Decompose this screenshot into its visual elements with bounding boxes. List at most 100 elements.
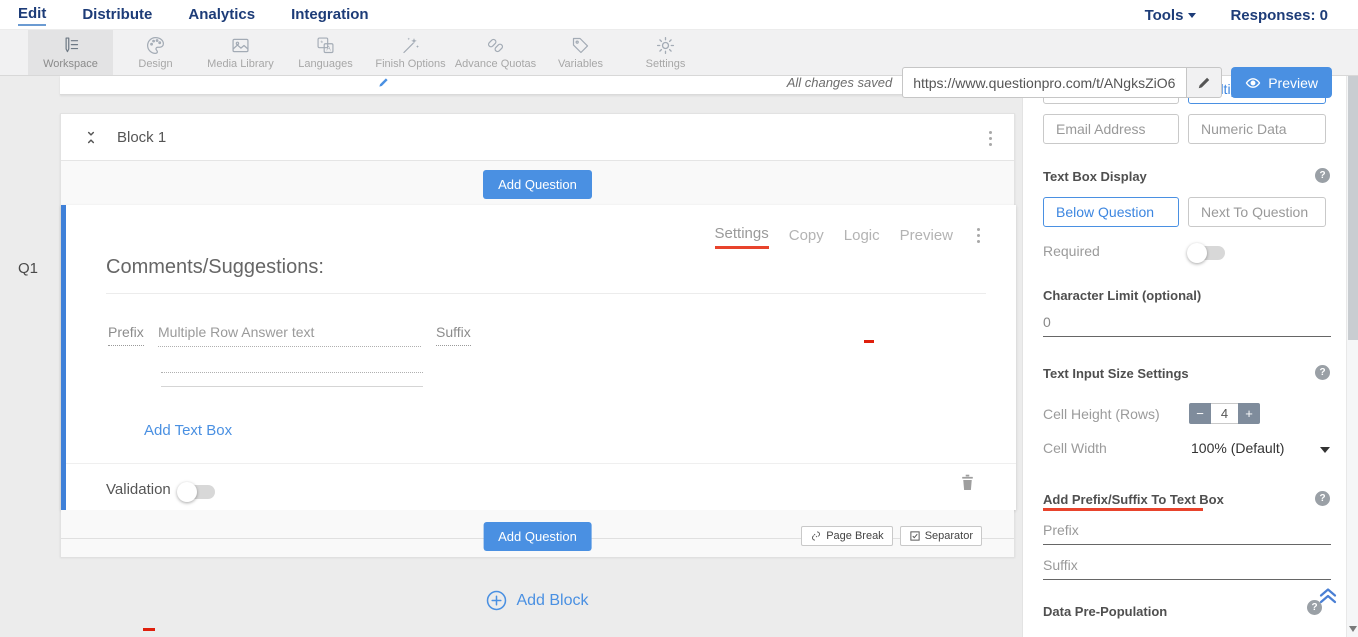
edit-url-button[interactable] <box>1186 67 1222 98</box>
tools-label: Tools <box>1145 7 1184 24</box>
nav-tab-analytics[interactable]: Analytics <box>188 6 255 25</box>
answer-textbox-placeholder[interactable]: Multiple Row Answer text <box>158 324 421 347</box>
prefix-editable-label[interactable]: Prefix <box>108 324 144 346</box>
page-break-button[interactable]: Page Break <box>801 526 892 546</box>
toolbar-item-settings[interactable]: Settings <box>623 30 708 75</box>
tab-copy[interactable]: Copy <box>789 227 824 248</box>
toolbar-item-label: Finish Options <box>375 58 445 70</box>
svg-text:A: A <box>326 46 331 53</box>
block-footer: Add Question Page Break Separator <box>61 510 1014 557</box>
type-email-address[interactable]: Email Address <box>1043 114 1179 144</box>
help-icon[interactable] <box>1307 600 1322 615</box>
display-next-to-question[interactable]: Next To Question <box>1188 197 1326 227</box>
dropdown-caret-icon[interactable] <box>1320 447 1330 453</box>
toolbar-item-label: Advance Quotas <box>455 58 536 70</box>
cell-width-dropdown[interactable]: 100% (Default) <box>1191 440 1284 456</box>
translate-icon: *A <box>315 35 336 56</box>
editor-toolbar: Workspace Design Media Library *A Langua… <box>0 30 1358 76</box>
help-icon[interactable] <box>1315 491 1330 506</box>
text-input-size-heading: Text Input Size Settings <box>1043 366 1189 381</box>
page-scrollbar[interactable] <box>1346 0 1358 637</box>
tools-menu[interactable]: Tools <box>1145 7 1197 24</box>
required-toggle[interactable] <box>1189 246 1225 260</box>
checkbox-check-icon <box>909 530 921 542</box>
chevron-down-icon <box>1188 13 1196 18</box>
toolbar-item-label: Settings <box>646 58 686 70</box>
tab-preview[interactable]: Preview <box>900 227 953 248</box>
red-annotation-mark <box>864 340 874 343</box>
nav-tab-edit[interactable]: Edit <box>18 5 46 26</box>
delete-question-icon[interactable] <box>959 473 976 492</box>
type-numeric-data[interactable]: Numeric Data <box>1188 114 1326 144</box>
separator-label: Separator <box>925 530 973 542</box>
toolbar-item-label: Workspace <box>43 58 98 70</box>
toolbar-item-label: Variables <box>558 58 603 70</box>
autosave-status: All changes saved <box>787 75 893 90</box>
toolbar-item-label: Media Library <box>207 58 274 70</box>
toolbar-item-advance-quotas[interactable]: Advance Quotas <box>453 30 538 75</box>
toolbar-item-design[interactable]: Design <box>113 30 198 75</box>
prefix-suffix-heading: Add Prefix/Suffix To Text Box <box>1043 492 1224 507</box>
pencil-icon <box>1197 76 1211 90</box>
add-block-label: Add Block <box>516 592 588 610</box>
add-question-button-bottom[interactable]: Add Question <box>483 522 592 551</box>
separator-button[interactable]: Separator <box>900 526 982 546</box>
scroll-down-arrow[interactable] <box>1349 626 1357 632</box>
top-nav: Edit Distribute Analytics Integration To… <box>0 0 1358 30</box>
toolbar-item-workspace[interactable]: Workspace <box>28 30 113 75</box>
preview-label: Preview <box>1268 75 1318 91</box>
toolbar-item-label: Design <box>138 58 172 70</box>
add-text-box-link[interactable]: Add Text Box <box>144 422 232 439</box>
display-below-question[interactable]: Below Question <box>1043 197 1179 227</box>
cell-height-value[interactable]: 4 <box>1211 403 1238 424</box>
stepper-plus-button[interactable]: + <box>1238 403 1260 424</box>
nav-tab-integration[interactable]: Integration <box>291 6 369 25</box>
question-tabs: Settings Copy Logic Preview <box>715 225 980 249</box>
suffix-input[interactable] <box>1043 555 1331 580</box>
help-icon[interactable] <box>1315 168 1330 183</box>
add-block-row: Add Block <box>60 590 1015 616</box>
add-question-button-top[interactable]: Add Question <box>483 170 592 199</box>
palette-icon <box>145 35 166 56</box>
tab-settings[interactable]: Settings <box>715 225 769 249</box>
block-menu-icon[interactable] <box>989 131 992 146</box>
add-block-button[interactable]: Add Block <box>486 590 588 611</box>
preview-button[interactable]: Preview <box>1231 67 1332 98</box>
title-divider <box>106 293 986 294</box>
survey-url-input[interactable] <box>902 67 1186 98</box>
answer-row-line <box>161 386 423 387</box>
image-icon <box>230 35 251 56</box>
workspace-icon <box>60 35 81 56</box>
gear-icon <box>655 35 676 56</box>
toolbar-item-languages[interactable]: *A Languages <box>283 30 368 75</box>
toolbar-item-media-library[interactable]: Media Library <box>198 30 283 75</box>
question-settings-panel: Single Row Text Multiple Rows Text Email… <box>1022 76 1346 637</box>
question-card: Settings Copy Logic Preview Comments/Sug… <box>61 205 1016 510</box>
page-break-icon <box>810 530 822 542</box>
toolbar-item-finish-options[interactable]: Finish Options <box>368 30 453 75</box>
help-icon[interactable] <box>1315 365 1330 380</box>
validation-label: Validation <box>106 481 171 498</box>
wand-icon <box>400 35 421 56</box>
prefix-input[interactable] <box>1043 520 1331 545</box>
tab-logic[interactable]: Logic <box>844 227 880 248</box>
question-menu-icon[interactable] <box>977 228 980 243</box>
validation-toggle[interactable] <box>179 485 215 499</box>
questionpro-editor: Edit Distribute Analytics Integration To… <box>0 0 1358 637</box>
character-limit-input[interactable] <box>1043 312 1331 337</box>
block-header: Block 1 <box>61 114 1014 161</box>
cell-height-label: Cell Height (Rows) <box>1043 406 1160 422</box>
survey-block: Block 1 Add Question Settings Copy Logic… <box>60 113 1015 557</box>
collapse-block-icon[interactable] <box>83 129 99 146</box>
question-title[interactable]: Comments/Suggestions: <box>106 256 324 279</box>
suffix-editable-label[interactable]: Suffix <box>436 324 471 346</box>
scrollbar-thumb[interactable] <box>1348 40 1358 340</box>
toolbar-item-variables[interactable]: Variables <box>538 30 623 75</box>
eye-icon <box>1245 77 1261 89</box>
nav-tab-distribute[interactable]: Distribute <box>82 6 152 25</box>
page-break-label: Page Break <box>826 530 883 542</box>
cell-width-label: Cell Width <box>1043 440 1107 456</box>
tag-icon <box>570 35 591 56</box>
stepper-minus-button[interactable]: − <box>1189 403 1211 424</box>
responses-count[interactable]: Responses: 0 <box>1230 7 1328 24</box>
